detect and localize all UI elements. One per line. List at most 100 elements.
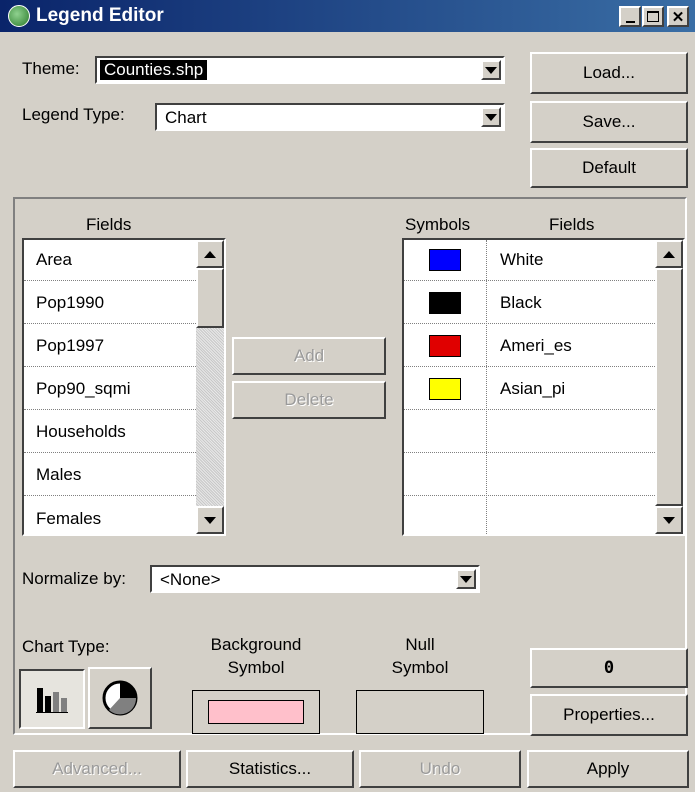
advanced-button[interactable]: Advanced...: [13, 750, 181, 788]
minimize-icon: [625, 20, 635, 23]
chart-type-label: Chart Type:: [22, 637, 110, 656]
symbol-list-row[interactable]: [404, 455, 655, 496]
maximize-button[interactable]: [642, 6, 664, 27]
symbol-swatch-cell[interactable]: [404, 283, 486, 323]
pie-chart-icon: [102, 680, 138, 716]
null-symbol-box[interactable]: [356, 690, 484, 734]
minimize-button[interactable]: [619, 6, 641, 27]
fields-scroll-thumb[interactable]: [196, 268, 224, 328]
symbol-list-row[interactable]: [404, 498, 655, 534]
list-item[interactable]: Males: [24, 455, 196, 496]
list-item-label: Males: [36, 465, 82, 484]
list-item[interactable]: Pop1997: [24, 326, 196, 367]
background-symbol-swatch: [208, 700, 304, 724]
chevron-up-icon: [663, 250, 675, 258]
symbol-swatch-cell[interactable]: [404, 369, 486, 409]
legend-type-select[interactable]: Chart: [155, 103, 505, 131]
properties-button-label: Properties...: [563, 705, 655, 724]
symbol-field-label: Black: [500, 293, 542, 312]
list-item-label: Females: [36, 508, 102, 528]
list-item-label: Pop1990: [36, 293, 105, 312]
maximize-icon: [647, 11, 659, 22]
symbols-scroll-up-button[interactable]: [655, 240, 683, 268]
symbols-header: Symbols: [405, 215, 471, 234]
load-button[interactable]: Load...: [530, 52, 688, 94]
legend-type-dropdown-button[interactable]: [481, 107, 501, 127]
undo-button-label: Undo: [419, 759, 461, 778]
add-button[interactable]: Add: [232, 337, 386, 375]
normalize-select-value: <None>: [160, 570, 221, 589]
save-button[interactable]: Save...: [530, 101, 688, 143]
default-button-label: Default: [582, 158, 636, 177]
theme-label: Theme:: [22, 59, 80, 78]
normalize-dropdown-button[interactable]: [456, 569, 476, 589]
fields-list[interactable]: Area Pop1990 Pop1997 Pop90_sqmi Househol…: [22, 238, 226, 536]
undo-button[interactable]: Undo: [359, 750, 521, 788]
delete-button-label: Delete: [284, 390, 334, 409]
symbol-list-row[interactable]: [404, 412, 655, 453]
theme-select[interactable]: Counties.shp: [95, 56, 505, 84]
theme-select-value: Counties.shp: [100, 60, 208, 80]
list-item[interactable]: Households: [24, 412, 196, 453]
fields-scroll-down-button[interactable]: [196, 506, 224, 534]
symbol-fields-header: Fields: [549, 215, 595, 234]
bar-chart-icon: [36, 688, 68, 713]
load-button-label: Load...: [583, 63, 635, 82]
symbol-swatch: [429, 335, 461, 357]
apply-button[interactable]: Apply: [527, 750, 689, 788]
symbol-list-row[interactable]: Ameri_es: [404, 326, 655, 367]
apply-button-label: Apply: [586, 759, 630, 778]
list-item-label: Pop90_sqmi: [36, 379, 131, 398]
list-item-label: Area: [36, 250, 72, 269]
fields-list-items: Area Pop1990 Pop1997 Pop90_sqmi Househol…: [24, 240, 196, 534]
list-item[interactable]: Females: [24, 498, 196, 534]
app-globe-icon: [8, 5, 30, 27]
value-box-text: 0: [603, 658, 615, 678]
symbol-swatch: [429, 249, 461, 271]
background-symbol-box[interactable]: [192, 690, 320, 734]
chevron-down-icon: [663, 516, 675, 524]
statistics-button[interactable]: Statistics...: [186, 750, 354, 788]
symbol-swatch-cell[interactable]: [404, 455, 486, 495]
fields-header: Fields: [86, 215, 132, 234]
theme-dropdown-button[interactable]: [481, 60, 501, 80]
symbol-field-label: White: [500, 250, 544, 269]
bar-chart-button[interactable]: [19, 669, 85, 729]
chevron-down-icon: [485, 66, 497, 74]
chevron-down-icon: [204, 516, 216, 524]
normalize-select[interactable]: <None>: [150, 565, 480, 593]
symbol-swatch-cell[interactable]: [404, 498, 486, 534]
null-symbol-label-line2: Symbol: [391, 658, 449, 677]
close-icon: ✕: [671, 8, 685, 26]
legend-type-select-value: Chart: [165, 108, 207, 127]
symbol-swatch-cell[interactable]: [404, 240, 486, 280]
list-item[interactable]: Area: [24, 240, 196, 281]
symbol-list-row[interactable]: Black: [404, 283, 655, 324]
symbol-swatch-cell[interactable]: [404, 412, 486, 452]
list-item[interactable]: Pop90_sqmi: [24, 369, 196, 410]
symbols-list[interactable]: White Black Ameri_es Asian_pi: [402, 238, 685, 536]
symbols-scroll-down-button[interactable]: [655, 506, 683, 534]
fields-scroll-up-button[interactable]: [196, 240, 224, 268]
delete-button[interactable]: Delete: [232, 381, 386, 419]
background-symbol-label-line2: Symbol: [227, 658, 285, 677]
window-title: Legend Editor: [36, 5, 164, 26]
chevron-down-icon: [485, 113, 497, 121]
pie-chart-button[interactable]: [88, 667, 152, 729]
default-button[interactable]: Default: [530, 148, 688, 188]
list-item-label: Pop1997: [36, 336, 105, 355]
symbol-field-label: Ameri_es: [500, 336, 572, 355]
close-button[interactable]: ✕: [667, 6, 689, 27]
list-item[interactable]: Pop1990: [24, 283, 196, 324]
symbol-list-row[interactable]: Asian_pi: [404, 369, 655, 410]
symbol-swatch-cell[interactable]: [404, 326, 486, 366]
add-button-label: Add: [293, 346, 325, 365]
title-bar[interactable]: Legend Editor: [0, 0, 695, 32]
symbol-field-label: Asian_pi: [500, 379, 566, 398]
symbol-swatch: [429, 292, 461, 314]
background-symbol-label-line1: Background: [210, 635, 302, 654]
symbols-scroll-thumb[interactable]: [655, 268, 683, 506]
symbol-list-row[interactable]: White: [404, 240, 655, 281]
symbol-swatch: [429, 378, 461, 400]
properties-button[interactable]: Properties...: [530, 694, 688, 736]
